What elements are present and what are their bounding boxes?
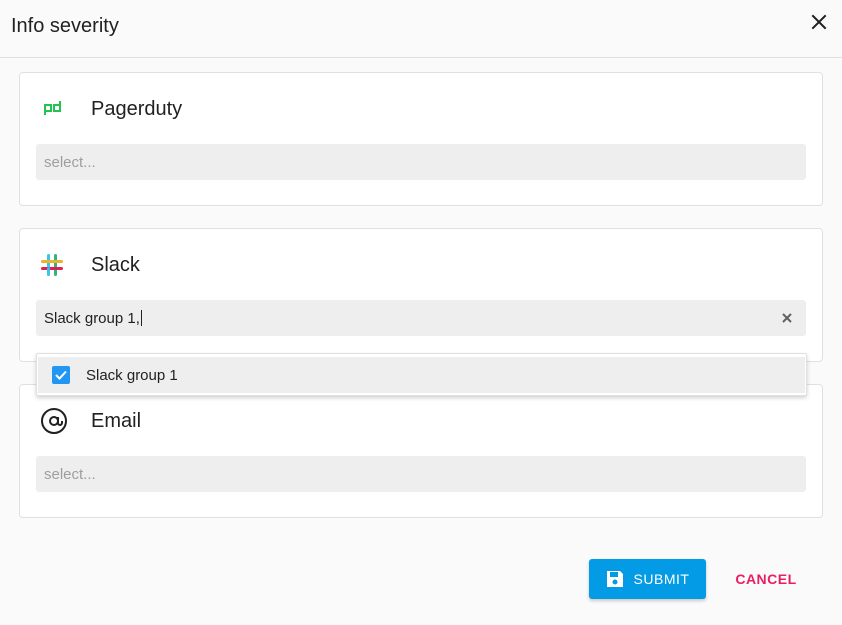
- pagerduty-title: Pagerduty: [91, 97, 183, 120]
- email-select[interactable]: select...: [36, 456, 806, 492]
- close-icon: [811, 14, 827, 30]
- email-header: Email: [40, 407, 141, 435]
- at-sign-icon: [40, 407, 70, 435]
- text-caret: [140, 310, 142, 326]
- cancel-button[interactable]: CANCEL: [723, 559, 809, 599]
- slack-options-dropdown: Slack group 1: [36, 353, 807, 396]
- checkbox-checked-icon[interactable]: [52, 366, 70, 384]
- submit-label: SUBMIT: [633, 571, 690, 587]
- email-title: Email: [91, 409, 142, 432]
- pagerduty-select-placeholder: select...: [44, 153, 96, 171]
- submit-button[interactable]: SUBMIT: [589, 559, 706, 599]
- email-select-placeholder: select...: [44, 465, 96, 483]
- slack-header: Slack: [40, 251, 140, 279]
- slack-select[interactable]: Slack group 1,: [36, 300, 806, 336]
- dropdown-option[interactable]: Slack group 1: [38, 357, 805, 393]
- clear-icon: [782, 313, 792, 323]
- email-card: Email select...: [19, 384, 823, 518]
- slack-card: Slack Slack group 1,: [19, 228, 823, 362]
- clear-selection-button[interactable]: [780, 311, 794, 325]
- pagerduty-icon: [40, 95, 70, 123]
- dialog-header: Info severity: [0, 0, 842, 58]
- dialog-title: Info severity: [11, 15, 119, 37]
- pagerduty-header: Pagerduty: [40, 95, 182, 123]
- slack-icon: [40, 251, 70, 279]
- severity-dialog: Info severity Pagerduty select... Slack …: [0, 0, 842, 625]
- dropdown-option-label: Slack group 1: [86, 366, 178, 384]
- close-button[interactable]: [808, 10, 830, 34]
- slack-title: Slack: [91, 253, 140, 276]
- pagerduty-select[interactable]: select...: [36, 144, 806, 180]
- pagerduty-card: Pagerduty select...: [19, 72, 823, 206]
- save-icon: [606, 571, 623, 587]
- slack-select-value: Slack group 1,: [44, 309, 140, 327]
